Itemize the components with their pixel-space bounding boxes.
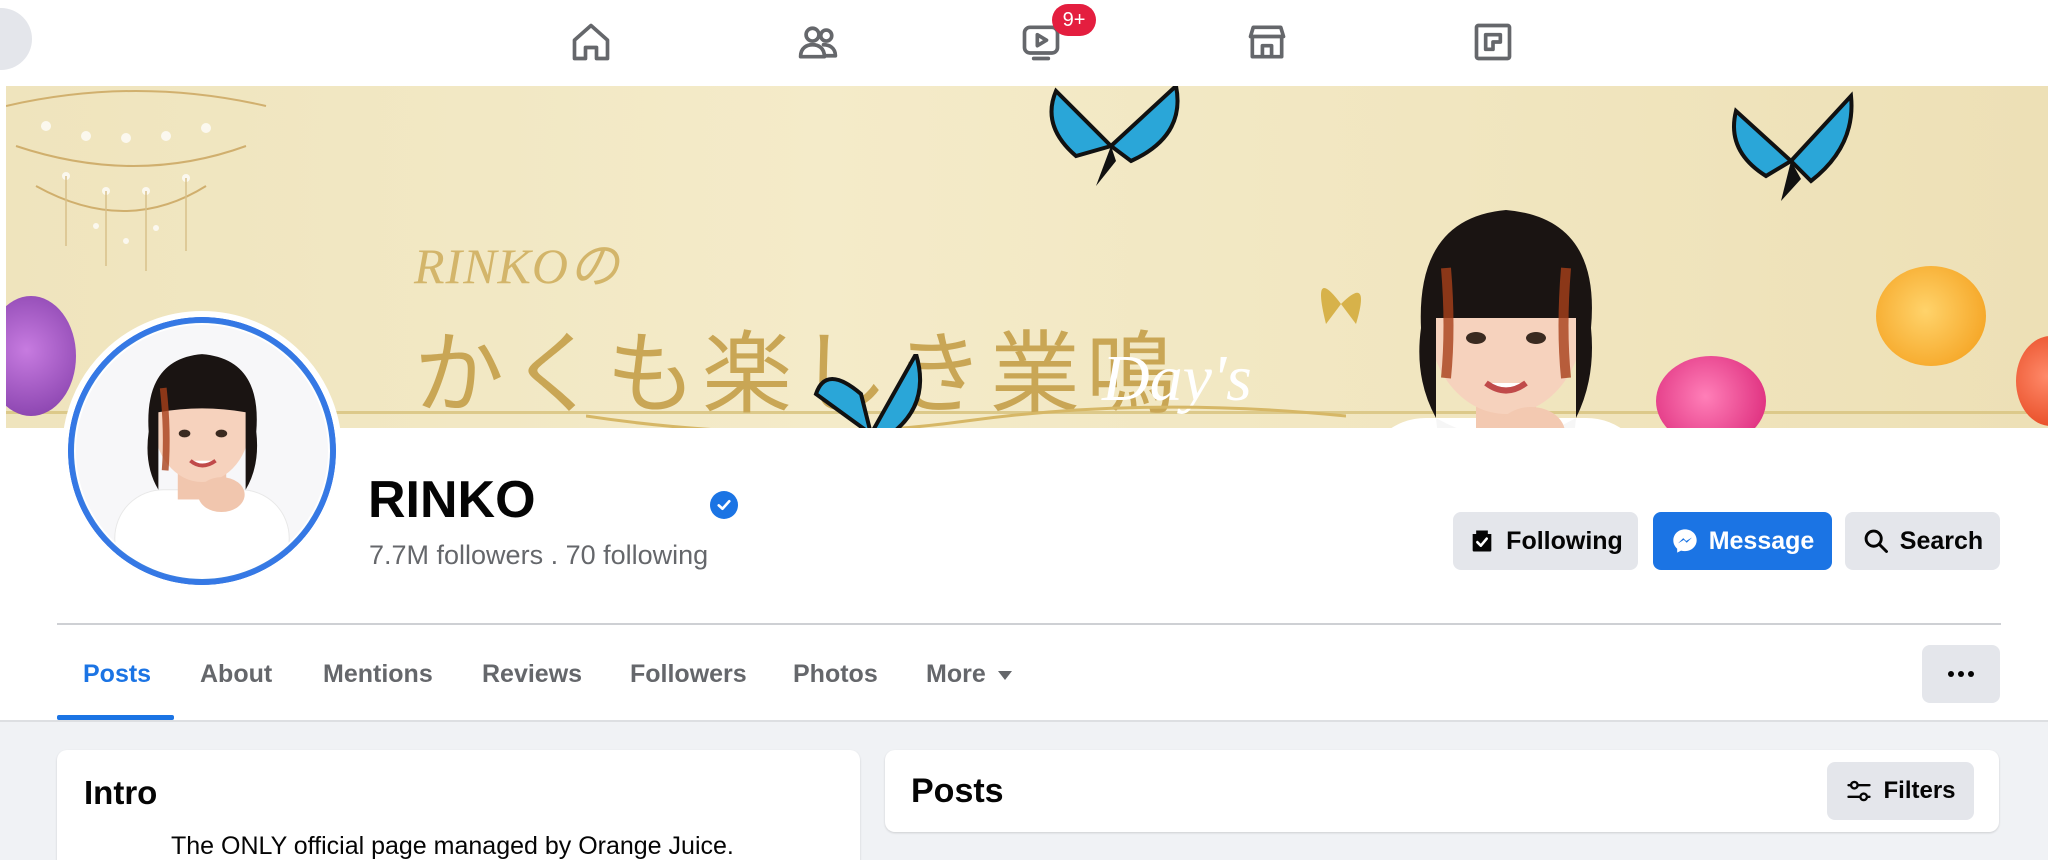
search-button[interactable]: Search	[1845, 512, 2000, 570]
messenger-icon	[1673, 529, 1697, 553]
following-button[interactable]: Following	[1453, 512, 1638, 570]
more-options-button[interactable]	[1922, 645, 2000, 703]
profile-name: RINKO	[368, 471, 536, 529]
cover-swoosh-graphic	[586, 405, 1346, 428]
tab-more-label: More	[926, 660, 986, 688]
search-icon	[1864, 529, 1888, 553]
profile-avatar[interactable]	[62, 311, 342, 591]
gaming-icon	[1474, 23, 1512, 61]
intro-card: Intro The ONLY official page managed by …	[57, 750, 860, 860]
follower-stats: 7.7M followers . 70 following	[369, 540, 709, 570]
search-label: Search	[1899, 526, 1984, 555]
tab-about[interactable]: About	[200, 660, 272, 689]
notification-badge: 9+	[1052, 4, 1096, 36]
cover-title-line-1: RINKOの	[414, 238, 620, 294]
filters-button[interactable]: Filters	[1827, 762, 1974, 820]
butterfly-graphic	[1049, 86, 1180, 186]
tab-reviews[interactable]: Reviews	[482, 660, 582, 689]
friends-nav-button[interactable]	[790, 14, 846, 70]
intro-title: Intro	[84, 774, 158, 811]
header-divider	[57, 623, 2001, 625]
dropdown-caret-icon	[997, 670, 1012, 680]
cover-portrait-graphic	[1391, 210, 1621, 428]
butterfly-graphic	[813, 354, 923, 428]
dot	[1948, 671, 1954, 677]
butterfly-graphic	[1732, 91, 1854, 201]
filters-icon	[1847, 780, 1872, 802]
tab-mentions[interactable]: Mentions	[323, 660, 433, 689]
active-tab-indicator	[57, 715, 174, 720]
chandelier-graphic	[6, 90, 267, 271]
posts-card: Posts Filters	[885, 750, 1999, 832]
verified-badge-icon	[710, 491, 738, 519]
intro-text: The ONLY official page managed by Orange…	[171, 832, 734, 860]
filters-label: Filters	[1883, 777, 1956, 804]
menu-edge-button[interactable]	[0, 8, 32, 70]
message-button[interactable]: Message	[1653, 512, 1832, 570]
tab-photos[interactable]: Photos	[793, 660, 878, 689]
gaming-nav-button[interactable]	[1465, 14, 1521, 70]
posts-title: Posts	[911, 772, 1004, 810]
top-navigation-bar: 9+	[0, 0, 2048, 84]
marketplace-icon	[1248, 25, 1286, 59]
home-nav-button[interactable]	[563, 14, 619, 70]
message-label: Message	[1708, 526, 1815, 555]
dot	[1968, 671, 1974, 677]
marketplace-nav-button[interactable]	[1239, 14, 1295, 70]
home-icon	[572, 23, 610, 61]
avatar-ring	[68, 317, 336, 585]
tab-posts[interactable]: Posts	[83, 660, 151, 689]
orange-flower	[1876, 266, 1986, 366]
following-label: Following	[1506, 526, 1623, 555]
friends-icon	[798, 26, 838, 59]
tab-more[interactable]: More	[926, 660, 1012, 689]
dot	[1958, 671, 1964, 677]
tab-followers[interactable]: Followers	[630, 660, 747, 689]
following-check-icon	[1472, 530, 1492, 552]
